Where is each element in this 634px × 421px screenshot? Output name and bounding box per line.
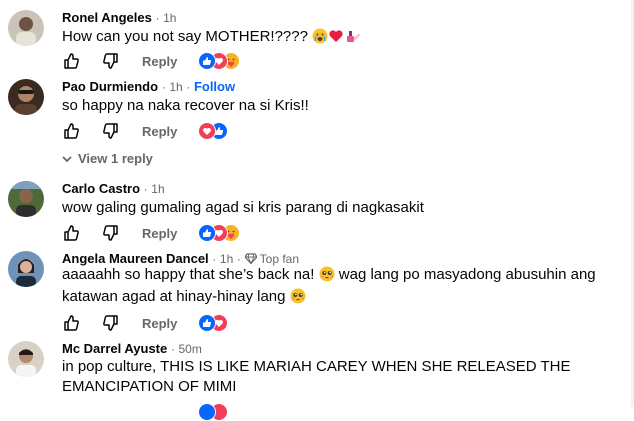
comment-text-line1: in pop culture, THIS IS LIKE MARIAH CARE… (62, 358, 571, 375)
thumbs-up-icon[interactable] (62, 52, 80, 70)
separator: · (143, 182, 148, 196)
timestamp[interactable]: 1h (220, 252, 233, 266)
view-replies-label: View 1 reply (78, 151, 153, 166)
avatar[interactable] (8, 79, 44, 115)
thumbs-up-icon[interactable] (62, 224, 80, 242)
separator: · (236, 252, 241, 266)
comment-header: Mc Darrel Ayuste · 50m (62, 341, 202, 357)
author-name[interactable]: Angela Maureen Dancel (62, 251, 209, 266)
comment-text-line2: katawan agad at hinay-hinay lang (62, 287, 630, 307)
author-name[interactable]: Pao Durmiendo (62, 79, 158, 94)
love-reaction-icon (198, 122, 216, 140)
comment-body: How can you not say MOTHER!???? (62, 28, 308, 45)
like-reaction-icon (198, 314, 216, 332)
comment-body-line2: katawan agad at hinay-hinay lang (62, 288, 286, 305)
timestamp[interactable]: 50m (179, 342, 202, 356)
comment-text: aaaaahh so happy that she’s back na! wag… (62, 265, 630, 285)
like-reaction-icon (198, 224, 216, 242)
comment-actions: Reply (62, 314, 362, 334)
avatar[interactable] (8, 341, 44, 377)
comment-body-line1b: wag lang po masyadong abusuhin ang (338, 266, 596, 283)
red-heart-emoji-icon (328, 28, 344, 44)
comment-text-line2: EMANCIPATION OF MIMI (62, 378, 237, 395)
timestamp[interactable]: 1h (169, 80, 182, 94)
thumbs-up-icon[interactable] (62, 314, 80, 332)
nail-polish-emoji-icon (344, 28, 361, 44)
top-fan-badge: Top fan (243, 252, 300, 266)
reaction-summary[interactable] (198, 314, 234, 332)
thumbs-down-icon[interactable] (102, 52, 120, 70)
comment-header: Ronel Angeles · 1h (62, 10, 176, 26)
view-replies-button[interactable]: View 1 reply (62, 151, 153, 166)
thumbs-down-icon[interactable] (102, 314, 120, 332)
pleading-face-emoji-icon (290, 288, 306, 304)
comment-text: How can you not say MOTHER!???? (62, 27, 630, 47)
reply-button[interactable]: Reply (142, 226, 177, 241)
timestamp[interactable]: 1h (163, 11, 176, 25)
reaction-summary[interactable] (198, 122, 234, 140)
comment-actions: Reply (62, 52, 362, 72)
separator: · (155, 11, 160, 25)
thumbs-down-icon[interactable] (102, 224, 120, 242)
crying-emoji-icon (312, 28, 328, 44)
reaction-summary[interactable] (198, 224, 246, 242)
separator: · (212, 252, 217, 266)
comment-body-line1: aaaaahh so happy that she’s back na! (62, 266, 315, 283)
separator: · (170, 342, 175, 356)
comment-header: Carlo Castro · 1h (62, 181, 165, 197)
diamond-icon (243, 253, 258, 265)
comment-text: so happy na naka recover na si Kris!! (62, 97, 309, 114)
avatar[interactable] (8, 181, 44, 217)
top-fan-label: Top fan (259, 252, 300, 266)
reaction-summary[interactable] (198, 403, 234, 421)
comment-actions: Reply (62, 122, 362, 142)
comment-text: wow galing gumaling agad si kris parang … (62, 199, 424, 216)
avatar[interactable] (8, 10, 44, 46)
reply-button[interactable]: Reply (142, 316, 177, 331)
avatar[interactable] (8, 251, 44, 287)
reaction-summary[interactable] (198, 52, 246, 70)
separator: · (186, 80, 191, 94)
follow-button[interactable]: Follow (194, 79, 235, 94)
comment-header: Pao Durmiendo · 1h · Follow (62, 79, 235, 95)
separator: · (161, 80, 166, 94)
timestamp[interactable]: 1h (151, 182, 164, 196)
pleading-face-emoji-icon (319, 266, 335, 282)
comment-actions: Reply (62, 224, 362, 244)
reply-button[interactable]: Reply (142, 124, 177, 139)
like-reaction-icon (198, 52, 216, 70)
thumbs-up-icon[interactable] (62, 122, 80, 140)
like-reaction-icon (198, 403, 216, 421)
thumbs-down-icon[interactable] (102, 122, 120, 140)
author-name[interactable]: Mc Darrel Ayuste (62, 341, 167, 356)
chevron-down-icon (62, 151, 72, 166)
reply-button[interactable]: Reply (142, 54, 177, 69)
author-name[interactable]: Ronel Angeles (62, 10, 152, 25)
author-name[interactable]: Carlo Castro (62, 181, 140, 196)
